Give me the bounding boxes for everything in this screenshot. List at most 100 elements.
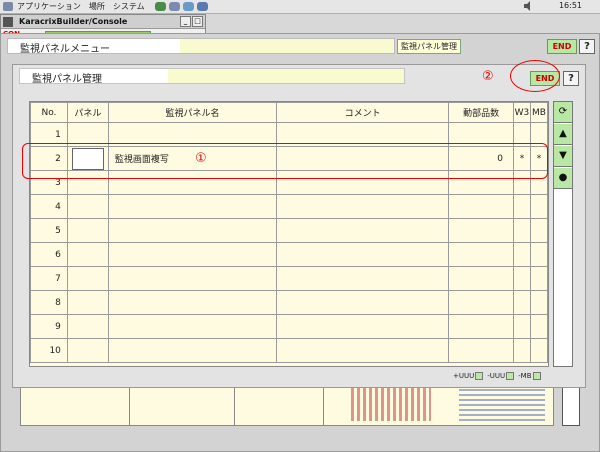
row-mb — [529, 266, 549, 291]
menu-title-field: 監視パネルメニュー — [7, 38, 395, 55]
row-comment — [276, 314, 450, 339]
background-panel-list — [20, 384, 554, 426]
row-w3 — [512, 290, 531, 315]
row-panel-name — [107, 290, 278, 315]
footer-uuu-minus[interactable]: -UUU — [487, 372, 515, 380]
menu-help-button[interactable]: ? — [579, 39, 595, 54]
refresh-button[interactable]: ⟳ — [554, 102, 572, 123]
menu-places[interactable]: 場所 — [89, 1, 105, 12]
panel-thumbnail — [351, 387, 431, 421]
row-comment — [276, 194, 450, 219]
row-no: 8 — [30, 290, 68, 315]
row-panel — [66, 194, 109, 219]
row-panel — [66, 338, 109, 363]
row-w3 — [512, 314, 531, 339]
clock[interactable]: 16:51 — [559, 1, 582, 10]
table-row[interactable]: 8 — [30, 290, 549, 315]
scroll-down-button[interactable]: ▼ — [554, 146, 572, 167]
row-no: 10 — [30, 338, 68, 363]
row-panel-name — [107, 194, 278, 219]
row-panel — [66, 314, 109, 339]
speaker-icon[interactable] — [522, 0, 534, 12]
foot-logo-icon[interactable] — [3, 2, 13, 11]
maximize-button[interactable]: □ — [192, 16, 203, 27]
row-panel-name — [107, 266, 278, 291]
network-icon[interactable] — [182, 2, 194, 11]
row-comment — [276, 242, 450, 267]
table-row[interactable]: 10 — [30, 338, 549, 363]
row-no: 5 — [30, 218, 68, 243]
row-comment — [276, 338, 450, 363]
dialog-help-button[interactable]: ? — [563, 71, 579, 86]
row-parts-count — [448, 266, 514, 291]
menu-end-button[interactable]: END — [547, 39, 577, 54]
row-parts-count — [448, 290, 514, 315]
panel-thumbnail — [459, 387, 545, 421]
help-icon[interactable] — [196, 2, 208, 11]
row-w3 — [512, 218, 531, 243]
menu-system[interactable]: システム — [113, 1, 145, 12]
row-panel — [66, 266, 109, 291]
minimize-button[interactable]: _ — [180, 16, 191, 27]
row-comment — [276, 266, 450, 291]
row-panel-name — [107, 218, 278, 243]
console-app-icon — [3, 16, 13, 27]
monitor-panel-management-dialog: 監視パネル管理 END ? No. パネル 監視パネル名 コメント 動部品数 W… — [12, 64, 586, 388]
table-row[interactable]: 9 — [30, 314, 549, 339]
monitor-panel-management-link[interactable]: 監視パネル管理 — [397, 39, 461, 54]
system-bar: アプリケーション 場所 システム 16:51 — [0, 0, 600, 14]
row-parts-count — [448, 218, 514, 243]
select-button[interactable]: ● — [554, 168, 572, 189]
row-mb — [529, 290, 549, 315]
col-comment: コメント — [276, 102, 450, 123]
footer-controls: +UUU -UUU -MB — [453, 372, 541, 380]
console-titlebar[interactable]: KaracrixBuilder/Console _ □ — [1, 15, 205, 29]
row-panel-name — [107, 242, 278, 267]
row-mb — [529, 242, 549, 267]
row-parts-count — [448, 242, 514, 267]
console-title: KaracrixBuilder/Console — [19, 17, 128, 26]
annotation-mark-1: ① — [195, 151, 207, 166]
footer-mb-minus[interactable]: -MB — [518, 372, 541, 380]
col-mb: MB — [529, 102, 549, 123]
annotation-highlight-end — [510, 60, 560, 92]
row-panel — [66, 218, 109, 243]
row-mb — [529, 218, 549, 243]
background-scrollbar — [562, 384, 580, 426]
col-panel-name: 監視パネル名 — [107, 102, 278, 123]
row-panel — [66, 242, 109, 267]
row-comment — [276, 218, 450, 243]
dialog-title: 監視パネル管理 — [32, 74, 102, 85]
row-mb — [529, 194, 549, 219]
table-row[interactable]: 4 — [30, 194, 549, 219]
table-row[interactable]: 5 — [30, 218, 549, 243]
row-w3 — [512, 194, 531, 219]
mail-icon[interactable] — [168, 2, 180, 11]
row-parts-count — [448, 338, 514, 363]
row-panel-name — [107, 314, 278, 339]
row-w3 — [512, 338, 531, 363]
row-no: 7 — [30, 266, 68, 291]
col-w3: W3 — [512, 102, 531, 123]
table-header-row: No. パネル 監視パネル名 コメント 動部品数 W3 MB — [30, 102, 549, 123]
col-no: No. — [30, 102, 68, 123]
table-row[interactable]: 6 — [30, 242, 549, 267]
footer-uuu-plus[interactable]: +UUU — [453, 372, 484, 380]
browser-icon[interactable] — [154, 2, 166, 11]
row-no: 6 — [30, 242, 68, 267]
row-no: 4 — [30, 194, 68, 219]
row-panel-name — [107, 338, 278, 363]
col-parts-count: 動部品数 — [448, 102, 514, 123]
launcher-tray — [154, 2, 208, 11]
col-panel: パネル — [66, 102, 109, 123]
scroll-up-button[interactable]: ▲ — [554, 124, 572, 145]
annotation-mark-2: ② — [482, 69, 494, 84]
menu-title: 監視パネルメニュー — [20, 44, 110, 55]
panel-table: No. パネル 監視パネル名 コメント 動部品数 W3 MB 1 2 監視画面複写 0… — [29, 101, 549, 367]
row-w3 — [512, 242, 531, 267]
annotation-highlight-row — [22, 143, 548, 179]
table-row[interactable]: 7 — [30, 266, 549, 291]
menu-applications[interactable]: アプリケーション — [17, 1, 81, 12]
row-w3 — [512, 266, 531, 291]
dialog-title-field: 監視パネル管理 — [19, 68, 405, 85]
